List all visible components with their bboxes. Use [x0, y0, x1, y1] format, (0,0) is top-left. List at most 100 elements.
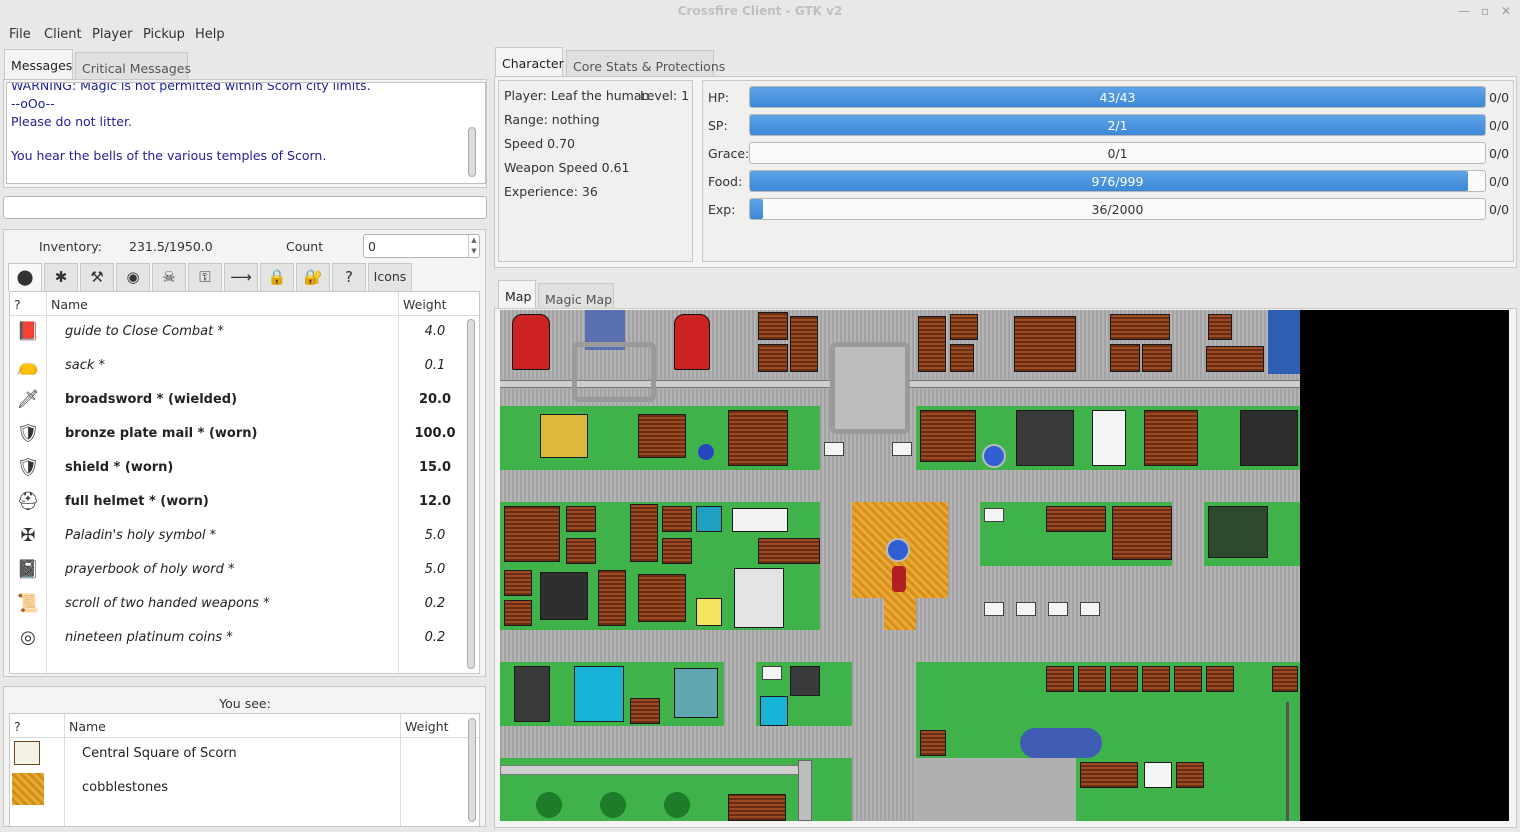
inventory-item[interactable]: 📕 guide to Close Combat * 4.0 — [10, 315, 479, 349]
item-weight: 15.0 — [418, 460, 452, 475]
player-character — [892, 566, 906, 592]
item-name: cobblestones — [82, 780, 169, 795]
player-range: Range: nothing — [504, 112, 600, 127]
game-map[interactable] — [500, 310, 1509, 821]
stat-bar: 2/1 — [749, 114, 1486, 136]
message-line: --oOo-- — [11, 96, 55, 111]
menu-player[interactable]: Player — [92, 27, 132, 42]
menu-client[interactable]: Client — [44, 27, 82, 42]
holy-symbol-icon: ✠ — [20, 525, 36, 546]
item-name: scroll of two handed weapons * — [65, 596, 270, 611]
stat-max: 0/0 — [1489, 146, 1510, 161]
minimize-icon[interactable]: — — [1456, 3, 1472, 19]
stat-max: 0/0 — [1489, 90, 1510, 105]
skull-icon[interactable]: ☠ — [152, 263, 186, 291]
gate-tower — [572, 342, 656, 402]
col-type[interactable]: ? — [14, 297, 21, 312]
item-weight: 0.1 — [424, 358, 446, 373]
locked-icon[interactable]: 🔐 — [296, 263, 330, 291]
scroll-icon: 📜 — [16, 593, 40, 614]
apply-icon[interactable]: ⚒ — [80, 263, 114, 291]
item-name: nineteen platinum coins * — [65, 630, 233, 645]
tab-core-stats[interactable]: Core Stats & Protections — [566, 50, 725, 78]
command-input[interactable] — [3, 196, 487, 219]
sign-icon — [14, 741, 40, 765]
count-spinner[interactable]: ▲ ▼ — [468, 235, 479, 257]
item-name: prayerbook of holy word * — [65, 562, 235, 577]
col-weight[interactable]: Weight — [403, 297, 447, 312]
filter-all-icon[interactable]: ⬤ — [8, 263, 42, 291]
message-line: Please do not litter. — [11, 114, 132, 129]
inventory-item[interactable]: ✠ Paladin's holy symbol * 5.0 — [10, 519, 479, 553]
count-field[interactable]: 0 ▲ ▼ — [363, 234, 480, 258]
pond — [1020, 728, 1102, 758]
inventory-scrollbar[interactable] — [467, 319, 475, 669]
stat-bar: 36/2000 — [749, 198, 1486, 220]
menu-help[interactable]: Help — [195, 27, 225, 42]
item-weight: 20.0 — [418, 392, 452, 407]
prayerbook-icon: 📓 — [16, 559, 40, 580]
item-weight: 100.0 — [414, 426, 456, 441]
message-line: You hear the bells of the various temple… — [11, 148, 327, 163]
stat-value: 2/1 — [1107, 118, 1128, 133]
inventory-item[interactable]: ⛑ full helmet * (worn) 12.0 — [10, 485, 479, 519]
inventory-label: Inventory: — [39, 239, 103, 254]
tab-messages[interactable]: Messages — [4, 49, 73, 80]
fountain — [886, 538, 910, 562]
stat-max: 0/0 — [1489, 118, 1510, 133]
tab-map[interactable]: Map — [498, 280, 536, 311]
list-item[interactable]: Central Square of Scorn — [10, 737, 479, 771]
stat-value: 36/2000 — [1091, 202, 1144, 217]
close-icon[interactable]: ✕ — [1498, 3, 1514, 19]
message-log[interactable]: WARNING: Magic is not permitted within S… — [6, 82, 486, 184]
helmet-icon: ⛑ — [16, 491, 40, 512]
inventory-item[interactable]: 👝 sack * 0.1 — [10, 349, 479, 383]
list-item[interactable]: cobblestones — [10, 771, 479, 805]
menu-pickup[interactable]: Pickup — [143, 27, 185, 42]
stat-label: Grace: — [708, 146, 750, 161]
inventory-item[interactable]: ◎ nineteen platinum coins * 0.2 — [10, 621, 479, 655]
tab-character[interactable]: Character — [495, 47, 564, 78]
stat-label: Exp: — [708, 202, 736, 217]
stat-bar: 0/1 — [749, 142, 1486, 164]
item-weight: 5.0 — [424, 528, 446, 543]
col-weight[interactable]: Weight — [405, 719, 449, 734]
col-name[interactable]: Name — [69, 719, 106, 734]
player-level: Level: 1 — [640, 88, 690, 103]
you-see-title: You see: — [219, 696, 271, 711]
coins-icon: ◎ — [20, 627, 36, 648]
book-icon: 📕 — [16, 321, 40, 342]
water — [1268, 310, 1300, 374]
you-see-list: ? Name Weight Central Square of Scorn co… — [9, 713, 480, 827]
lock-icon[interactable]: 🔒 — [260, 263, 294, 291]
tab-magic-map[interactable]: Magic Map — [538, 283, 614, 311]
col-type[interactable]: ? — [14, 719, 21, 734]
sack-icon: 👝 — [16, 355, 40, 376]
message-scrollbar[interactable] — [468, 127, 476, 177]
coins-icon[interactable]: ◉ — [116, 263, 150, 291]
you-see-scrollbar[interactable] — [468, 718, 476, 822]
gate-tower — [830, 342, 910, 434]
inventory-item[interactable]: 🗡 broadsword * (wielded) 20.0 — [10, 383, 479, 417]
inventory-item[interactable]: 📓 prayerbook of holy word * 5.0 — [10, 553, 479, 587]
inventory-item[interactable]: 🛡 shield * (worn) 15.0 — [10, 451, 479, 485]
stat-label: SP: — [708, 118, 728, 133]
item-weight: 5.0 — [424, 562, 446, 577]
inventory-item[interactable]: 📜 scroll of two handed weapons * 0.2 — [10, 587, 479, 621]
key-icon[interactable]: ⚿ — [188, 263, 222, 291]
menu-file[interactable]: File — [9, 27, 31, 42]
bug-icon[interactable]: ✱ — [44, 263, 78, 291]
col-name[interactable]: Name — [51, 297, 88, 312]
tab-icons[interactable]: Icons — [368, 263, 412, 291]
inventory-item[interactable]: 🛡 bronze plate mail * (worn) 100.0 — [10, 417, 479, 451]
wand-icon[interactable]: ⟶ — [224, 263, 258, 291]
player-experience: Experience: 36 — [504, 184, 598, 199]
unidentified-icon[interactable]: ? — [332, 263, 366, 291]
stat-value: 43/43 — [1099, 90, 1136, 105]
player-speed: Speed 0.70 — [504, 136, 575, 151]
item-name: full helmet * (worn) — [65, 494, 209, 509]
tab-critical-messages[interactable]: Critical Messages — [75, 52, 191, 80]
stat-value: 0/1 — [1107, 146, 1128, 161]
shield-icon: 🛡 — [16, 457, 40, 478]
maximize-icon[interactable]: ▫ — [1477, 3, 1493, 19]
